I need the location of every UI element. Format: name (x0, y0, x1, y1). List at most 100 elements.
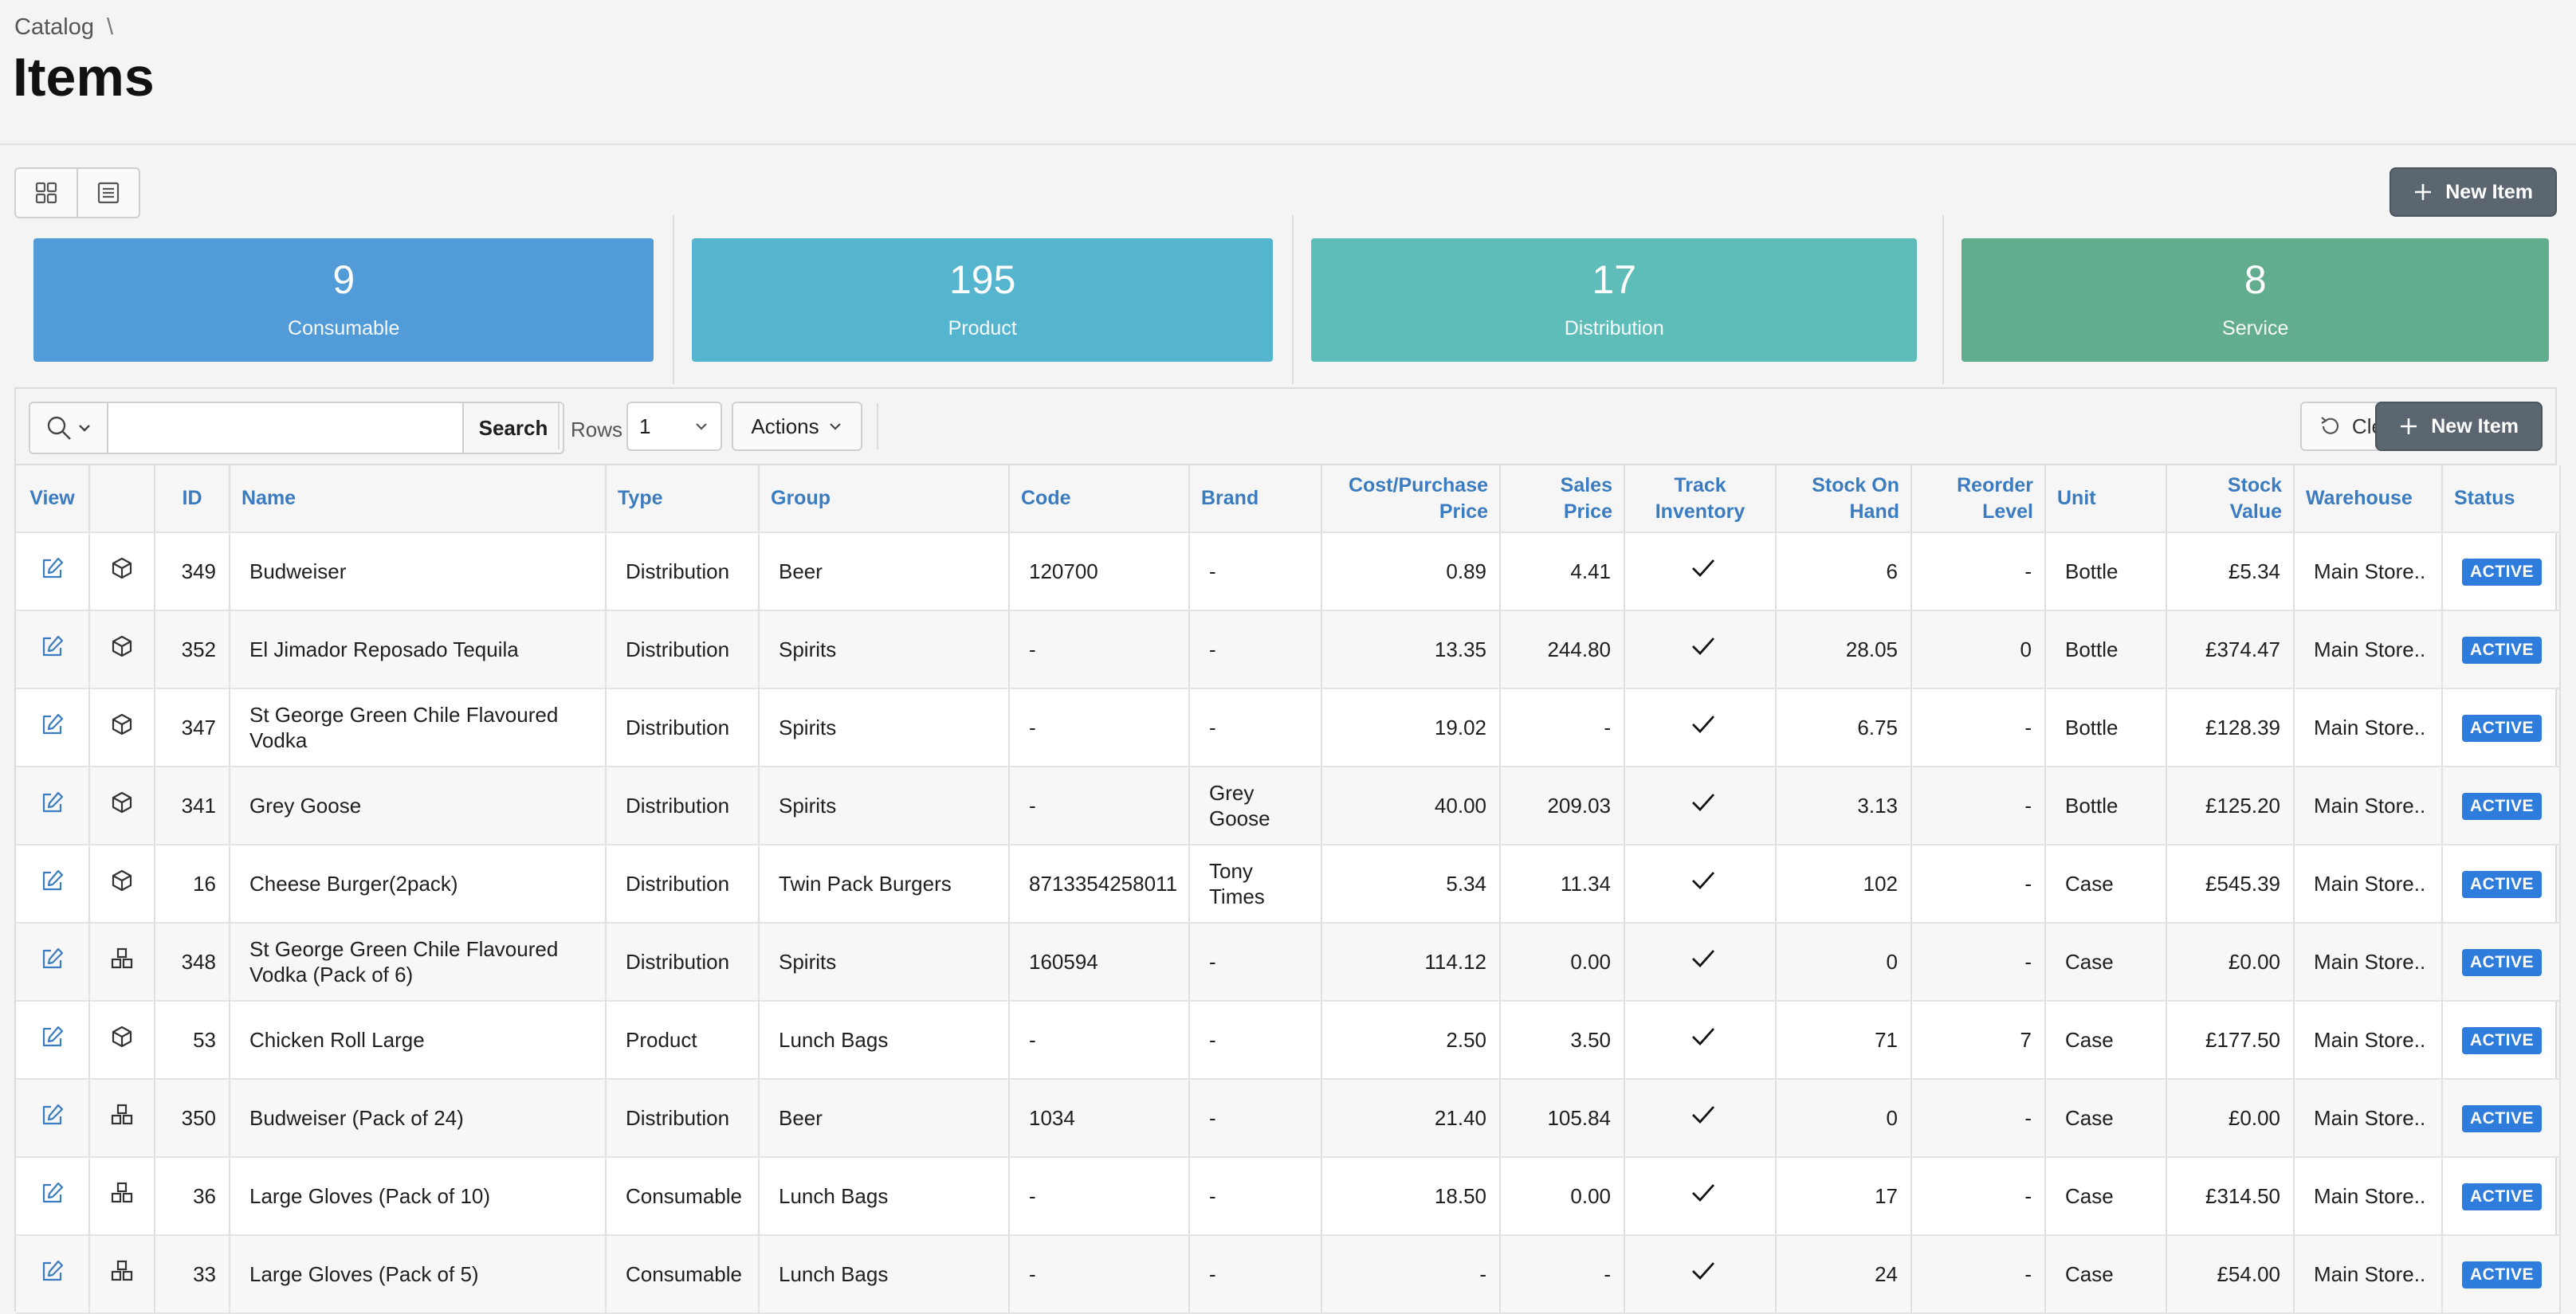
edit-icon[interactable] (41, 1103, 65, 1127)
checkmark-icon (1690, 945, 1717, 972)
column-header-type[interactable]: Type (606, 465, 759, 532)
search-column-selector[interactable] (30, 403, 108, 453)
column-header-id[interactable]: ID (155, 465, 230, 532)
column-header-brand[interactable]: Brand (1189, 465, 1321, 532)
track-inventory-cell (1624, 767, 1776, 845)
chevron-down-icon (827, 418, 843, 434)
stat-card-consumable[interactable]: 9 Consumable (33, 238, 654, 362)
cost-price-cell: 2.50 (1321, 1001, 1500, 1079)
edit-icon[interactable] (41, 947, 65, 971)
report-search-bar: Search Rows 1 Actions Clear New Item (16, 389, 2555, 465)
column-header-stock-value[interactable]: StockValue (2166, 465, 2294, 532)
type-icon-cell (89, 610, 155, 688)
rows-select[interactable]: 1 (626, 402, 722, 451)
edit-icon[interactable] (41, 712, 65, 736)
group-cell: Spirits (759, 610, 1009, 688)
unit-cell: Case (2045, 1235, 2166, 1313)
view-cell (16, 845, 89, 923)
sales-price-cell: 209.03 (1500, 767, 1624, 845)
status-cell: ACTIVE (2442, 532, 2560, 610)
table-row: 350 Budweiser (Pack of 24) Distribution … (16, 1079, 2560, 1157)
reorder-level-cell: - (1911, 923, 2045, 1001)
unit-cell: Bottle (2045, 532, 2166, 610)
actions-menu-button[interactable]: Actions (732, 402, 862, 451)
edit-icon[interactable] (41, 556, 65, 580)
column-header-view[interactable]: View (16, 465, 89, 532)
warehouse-cell: Main Store.. (2294, 923, 2442, 1001)
stat-card-product[interactable]: 195 Product (692, 238, 1273, 362)
edit-icon[interactable] (41, 1181, 65, 1205)
status-badge: ACTIVE (2462, 1105, 2542, 1132)
stat-value: 8 (2244, 260, 2267, 300)
stat-card-service[interactable]: 8 Service (1961, 238, 2549, 362)
view-cell (16, 923, 89, 1001)
column-header-cost-price[interactable]: Cost/PurchasePrice (1321, 465, 1500, 532)
sales-price-cell: - (1500, 1235, 1624, 1313)
column-header-sales-price[interactable]: SalesPrice (1500, 465, 1624, 532)
column-header-reorder-level[interactable]: ReorderLevel (1911, 465, 2045, 532)
report-view-button[interactable] (77, 169, 139, 217)
stat-cell-service: 8 Service (1944, 215, 2557, 384)
boxes-icon (110, 947, 134, 971)
type-cell: Distribution (606, 688, 759, 767)
track-inventory-cell (1624, 688, 1776, 767)
unit-cell: Case (2045, 1001, 2166, 1079)
search-input[interactable] (108, 403, 462, 453)
column-header-group[interactable]: Group (759, 465, 1009, 532)
checkmark-icon (1690, 1257, 1717, 1285)
divider (877, 403, 878, 449)
name-cell: Chicken Roll Large (230, 1001, 606, 1079)
grid-view-button[interactable] (16, 169, 77, 217)
group-cell: Spirits (759, 767, 1009, 845)
view-cell (16, 610, 89, 688)
view-cell (16, 1001, 89, 1079)
name-cell: El Jimador Reposado Tequila (230, 610, 606, 688)
edit-icon[interactable] (41, 634, 65, 658)
column-header-status[interactable]: Status (2442, 465, 2560, 532)
view-cell (16, 1157, 89, 1235)
edit-icon[interactable] (41, 1025, 65, 1049)
id-cell: 33 (155, 1235, 230, 1313)
warehouse-cell: Main Store.. (2294, 845, 2442, 923)
code-cell: 8713354258011 (1009, 845, 1189, 923)
column-header-stock-on-hand[interactable]: Stock OnHand (1776, 465, 1911, 532)
new-item-button[interactable]: New Item (2375, 402, 2543, 451)
column-header-unit[interactable]: Unit (2045, 465, 2166, 532)
status-badge: ACTIVE (2462, 637, 2542, 664)
reorder-level-cell: - (1911, 845, 2045, 923)
boxes-icon (110, 1181, 134, 1205)
sales-price-cell: 244.80 (1500, 610, 1624, 688)
box-icon (110, 556, 134, 580)
table-row: 347 St George Green Chile Flavoured Vodk… (16, 688, 2560, 767)
column-header-warehouse[interactable]: Warehouse (2294, 465, 2442, 532)
group-cell: Beer (759, 532, 1009, 610)
edit-icon[interactable] (41, 790, 65, 814)
cost-price-cell: - (1321, 1235, 1500, 1313)
items-table-body: 349 Budweiser Distribution Beer 120700 -… (16, 532, 2560, 1313)
breadcrumb-catalog-link[interactable]: Catalog (14, 14, 94, 40)
type-cell: Distribution (606, 1079, 759, 1157)
cost-price-cell: 114.12 (1321, 923, 1500, 1001)
track-inventory-cell (1624, 845, 1776, 923)
edit-icon[interactable] (41, 1259, 65, 1283)
type-icon-cell (89, 1001, 155, 1079)
view-mode-toggle (14, 167, 140, 218)
search-button[interactable]: Search (462, 403, 563, 453)
group-cell: Twin Pack Burgers (759, 845, 1009, 923)
column-header-track-inventory[interactable]: TrackInventory (1624, 465, 1776, 532)
brand-cell: - (1189, 923, 1321, 1001)
group-cell: Beer (759, 1079, 1009, 1157)
view-cell (16, 1079, 89, 1157)
column-header-code[interactable]: Code (1009, 465, 1189, 532)
cost-price-cell: 13.35 (1321, 610, 1500, 688)
sales-price-cell: 0.00 (1500, 1157, 1624, 1235)
name-cell: Budweiser (Pack of 24) (230, 1079, 606, 1157)
new-item-button-top[interactable]: New Item (2389, 167, 2557, 217)
code-cell: 1034 (1009, 1079, 1189, 1157)
checkmark-icon (1690, 1101, 1717, 1128)
edit-icon[interactable] (41, 869, 65, 892)
stat-card-distribution[interactable]: 17 Distribution (1311, 238, 1917, 362)
stat-value: 195 (949, 260, 1015, 300)
column-header-name[interactable]: Name (230, 465, 606, 532)
reset-icon (2319, 414, 2342, 438)
